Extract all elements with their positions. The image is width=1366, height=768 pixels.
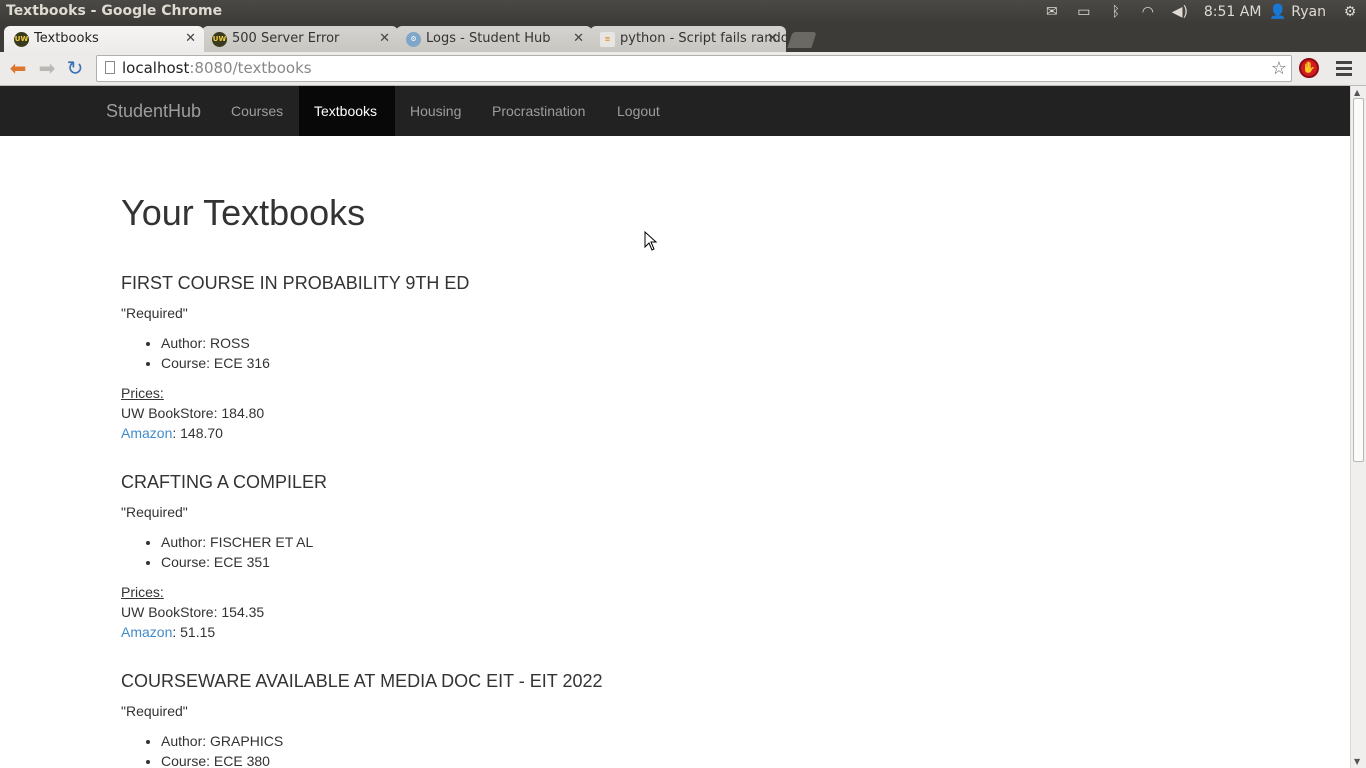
tab-title: Textbooks: [34, 31, 99, 46]
requirement-label: "Required": [121, 305, 188, 321]
textbook-title: COURSEWARE AVAILABLE AT MEDIA DOC EIT - …: [121, 671, 603, 691]
course-item: Course: ECE 380: [161, 751, 921, 768]
tab-500-server-error[interactable]: UW 500 Server Error ✕: [202, 26, 398, 52]
author-item: Author: FISCHER ET AL: [161, 532, 921, 552]
nav-logout[interactable]: Logout: [602, 86, 675, 136]
nav-housing[interactable]: Housing: [395, 86, 476, 136]
gear-icon[interactable]: ⚙: [1334, 4, 1366, 20]
brand-link[interactable]: StudentHub: [106, 86, 201, 136]
stackoverflow-favicon-icon: ≡: [600, 32, 615, 47]
page-icon: [105, 61, 115, 74]
battery-icon[interactable]: ▭: [1068, 4, 1100, 20]
nav-procrastination[interactable]: Procrastination: [477, 86, 600, 136]
textbook-entry: FIRST COURSE IN PROBABILITY 9TH ED "Requ…: [121, 273, 921, 443]
browser-toolbar: ⬅ ➡ ↻ localhost:8080/textbooks ☆: [0, 52, 1366, 86]
amazon-link[interactable]: Amazon: [121, 624, 172, 640]
bookstore-price: UW BookStore: 154.35: [121, 604, 265, 620]
requirement-label: "Required": [121, 504, 188, 520]
user-icon: 👤: [1269, 4, 1287, 20]
address-bar[interactable]: localhost:8080/textbooks ☆: [96, 55, 1292, 82]
amazon-price-line: Amazon: 51.15: [121, 622, 921, 642]
textbook-entry: COURSEWARE AVAILABLE AT MEDIA DOC EIT - …: [121, 671, 921, 768]
adblock-extension-icon[interactable]: ✋: [1299, 58, 1319, 78]
tab-title: 500 Server Error: [232, 31, 340, 46]
mouse-cursor-icon: [644, 231, 658, 251]
user-menu[interactable]: 👤 Ryan: [1269, 4, 1334, 20]
reload-icon[interactable]: ↻: [63, 57, 87, 81]
close-icon[interactable]: ✕: [379, 26, 390, 52]
system-tray: ✉ ▭ ᛒ ◠ ◀) 8:51 AM 👤 Ryan ⚙: [1036, 0, 1366, 24]
prices-label: Prices:: [121, 385, 164, 401]
close-icon[interactable]: ✕: [573, 26, 584, 52]
wifi-icon[interactable]: ◠: [1132, 4, 1164, 20]
site-navbar: StudentHub Courses Textbooks Housing Pro…: [0, 86, 1350, 136]
new-tab-button[interactable]: [787, 32, 817, 48]
tab-title: python - Script fails rando: [620, 31, 786, 46]
textbook-details: Author: GRAPHICS Course: ECE 380: [121, 731, 921, 768]
user-name: Ryan: [1291, 4, 1326, 20]
tab-strip: UW Textbooks ✕ UW 500 Server Error ✕ ⚙ L…: [0, 24, 1366, 52]
page-scrollbar[interactable]: ▲ ▼: [1350, 86, 1366, 768]
textbook-entry: CRAFTING A COMPILER "Required" Author: F…: [121, 472, 921, 642]
close-icon[interactable]: ✕: [767, 26, 778, 52]
url-rest: :8080/textbooks: [189, 59, 312, 77]
logs-favicon-icon: ⚙: [406, 32, 421, 47]
prices-label: Prices:: [121, 584, 164, 600]
tab-textbooks[interactable]: UW Textbooks ✕: [4, 26, 204, 52]
tab-title: Logs - Student Hub: [426, 31, 551, 46]
clock[interactable]: 8:51 AM: [1196, 4, 1270, 20]
course-item: Course: ECE 316: [161, 353, 921, 373]
uw-favicon-icon: UW: [14, 32, 29, 47]
volume-icon[interactable]: ◀): [1164, 4, 1196, 20]
amazon-price: : 148.70: [172, 425, 223, 441]
tab-logs[interactable]: ⚙ Logs - Student Hub ✕: [396, 26, 592, 52]
textbook-title: FIRST COURSE IN PROBABILITY 9TH ED: [121, 273, 470, 293]
close-icon[interactable]: ✕: [185, 26, 196, 52]
window-title: Textbooks - Google Chrome: [6, 3, 223, 19]
amazon-link[interactable]: Amazon: [121, 425, 172, 441]
forward-arrow-icon[interactable]: ➡: [35, 57, 59, 81]
star-icon[interactable]: ☆: [1271, 56, 1287, 81]
amazon-price-line: Amazon: 148.70: [121, 423, 921, 443]
mail-icon[interactable]: ✉: [1036, 4, 1068, 20]
course-item: Course: ECE 351: [161, 552, 921, 572]
back-arrow-icon[interactable]: ⬅: [6, 57, 30, 81]
page-title: Your Textbooks: [121, 192, 366, 233]
author-item: Author: GRAPHICS: [161, 731, 921, 751]
requirement-label: "Required": [121, 703, 188, 719]
bookstore-price: UW BookStore: 184.80: [121, 405, 265, 421]
amazon-price: : 51.15: [172, 624, 216, 640]
page-viewport: StudentHub Courses Textbooks Housing Pro…: [0, 86, 1350, 768]
chrome-menu-icon[interactable]: [1336, 58, 1352, 78]
uw-favicon-icon: UW: [212, 32, 227, 47]
url-host: localhost: [122, 59, 190, 77]
scroll-down-arrow-icon[interactable]: ▼: [1354, 757, 1360, 766]
scroll-up-arrow-icon[interactable]: ▲: [1354, 88, 1360, 97]
bluetooth-icon[interactable]: ᛒ: [1100, 4, 1132, 20]
nav-textbooks[interactable]: Textbooks: [299, 86, 395, 136]
textbook-title: CRAFTING A COMPILER: [121, 472, 328, 492]
author-item: Author: ROSS: [161, 333, 921, 353]
scrollbar-thumb[interactable]: [1353, 98, 1364, 462]
textbook-details: Author: FISCHER ET AL Course: ECE 351: [121, 532, 921, 572]
textbook-details: Author: ROSS Course: ECE 316: [121, 333, 921, 373]
os-top-panel: Textbooks - Google Chrome ✉ ▭ ᛒ ◠ ◀) 8:5…: [0, 0, 1366, 24]
tab-python-question[interactable]: ≡ python - Script fails rando ✕: [590, 26, 786, 52]
nav-courses[interactable]: Courses: [216, 86, 298, 136]
